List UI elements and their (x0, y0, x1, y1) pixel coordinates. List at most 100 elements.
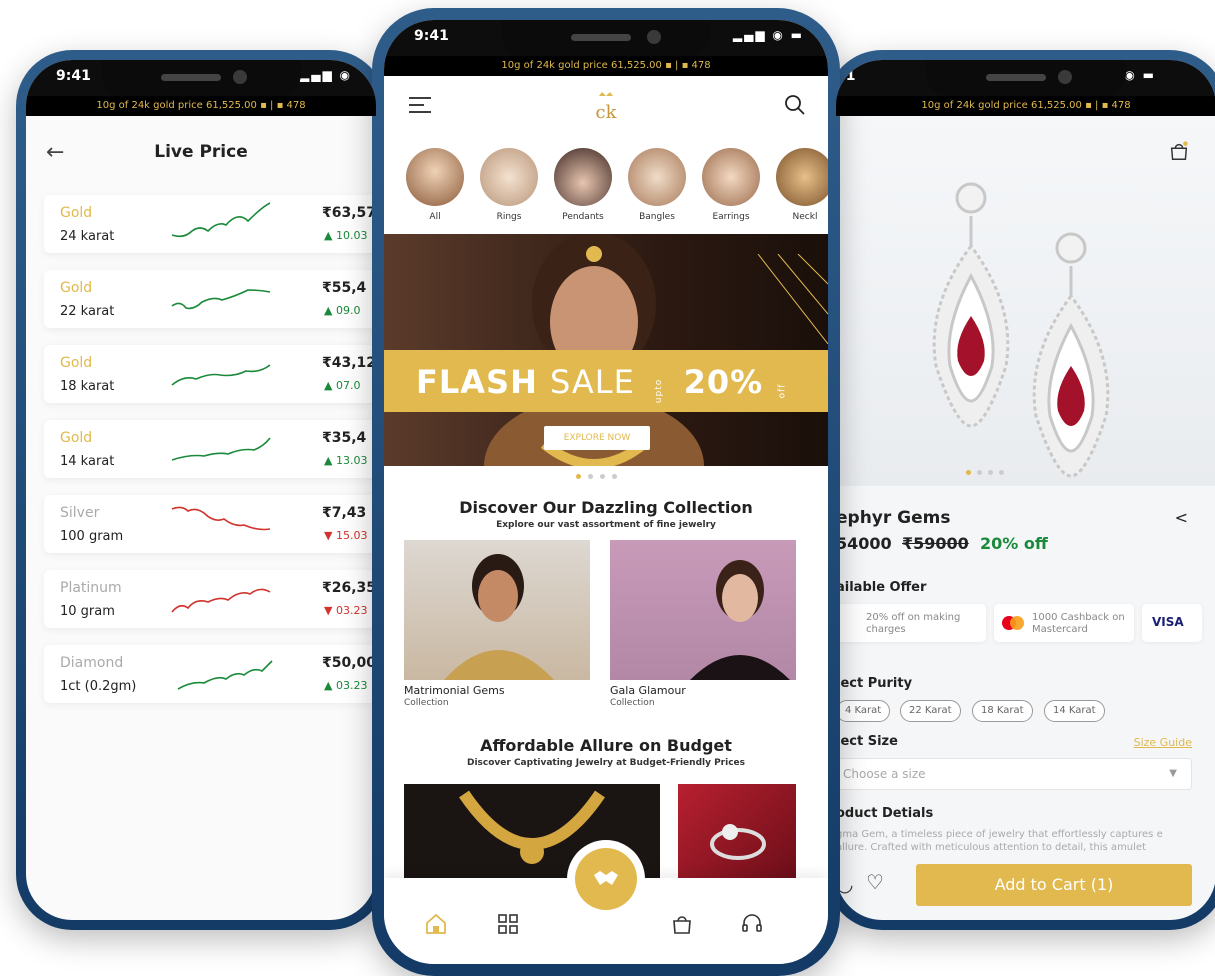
flash-word: FLASH (416, 363, 538, 401)
collection-sub: Collection (404, 698, 449, 708)
collection-card-matrimonial[interactable] (404, 540, 590, 680)
svg-text:ck: ck (596, 102, 618, 123)
price-card-platinum[interactable]: Platinum 10 gram ₹26,35 ▼ 03.23 (44, 570, 376, 628)
metal-name: Silver (60, 505, 100, 521)
price-amount: ₹50,00 (322, 655, 376, 671)
section-title-collection: Discover Our Dazzling Collection (459, 498, 753, 517)
heart-icon[interactable]: ♡ (866, 870, 884, 894)
category-label: Bangles (639, 212, 675, 222)
phone-home: 9:41 ▂▄▆ ◉ ▬ 10g of 24k gold price 61,52… (372, 8, 840, 976)
price-change: ▲ 09.0 (324, 304, 361, 317)
section-subtitle-budget: Discover Captivating Jewelry at Budget-F… (466, 758, 746, 768)
price-change: ▼ 03.23 (324, 604, 368, 617)
price-card-gold-18[interactable]: Gold 18 karat ₹43,12 ▲ 07.0 (44, 345, 376, 403)
gold-price-ticker: 10g of 24k gold price 61,525.00 ▪ | ▪ 47… (26, 96, 376, 116)
price-amount: ₹7,43 (322, 505, 367, 521)
status-time: 9:41 (56, 68, 91, 84)
shopping-bag-icon[interactable] (1168, 140, 1190, 162)
offer-making-charges[interactable]: 20% off on making charges (836, 604, 986, 642)
price-now: 54000 (836, 534, 892, 553)
section-subtitle-collection: Explore our vast assortment of fine jewe… (496, 520, 716, 530)
add-to-cart-button[interactable]: Add to Cart (1) (916, 864, 1192, 906)
trend-sparkline (171, 364, 271, 386)
upto-word: upto (654, 378, 665, 404)
offer-mastercard[interactable]: 1000 Cashback on Mastercard (994, 604, 1134, 642)
product-gallery[interactable] (836, 116, 1215, 486)
home-icon[interactable] (424, 912, 448, 936)
live-price-screen: 9:41 ▂▄▆ ◉ 10g of 24k gold price 61,525.… (26, 60, 376, 920)
handshake-fab-button[interactable] (575, 848, 637, 910)
search-icon[interactable] (784, 94, 806, 116)
gold-price-ticker: 10g of 24k gold price 61,525.00 ▪ | ▪ 47… (836, 96, 1215, 116)
category-necklaces[interactable]: Neckl (774, 148, 828, 222)
trend-sparkline (171, 588, 271, 613)
category-image (628, 148, 686, 206)
price-amount: ₹35,4 (322, 430, 367, 446)
category-rings[interactable]: Rings (478, 148, 540, 222)
metal-name: Diamond (60, 655, 124, 671)
offer-visa[interactable]: VISA (1142, 604, 1202, 642)
category-image (406, 148, 464, 206)
price-amount: ₹26,35 (322, 580, 376, 596)
category-label: Rings (496, 212, 522, 222)
category-label: Neckl (792, 212, 818, 222)
flash-sale-text: FLASH SALE upto 20% off (416, 363, 790, 404)
metal-unit: 18 karat (60, 379, 115, 394)
price-card-gold-14[interactable]: Gold 14 karat ₹35,4 ▲ 13.03 (44, 420, 376, 478)
chevron-down-icon: ▼ (1169, 768, 1177, 779)
price-change: ▼ 15.03 (324, 529, 368, 542)
share-icon[interactable]: < (1175, 508, 1188, 527)
category-image (702, 148, 760, 206)
phone-product-detail: 41 ▂▄▆ ◉ ▬ 10g of 24k gold price 61,525.… (826, 50, 1215, 930)
category-earrings[interactable]: Earrings (700, 148, 762, 222)
category-label: Earrings (712, 212, 750, 222)
shopping-bag-icon[interactable] (670, 912, 694, 936)
purity-option-22[interactable]: 22 Karat (900, 700, 961, 722)
price-old: ₹59000 (902, 534, 969, 553)
budget-card-ring[interactable] (678, 784, 796, 884)
trend-sparkline (171, 289, 271, 310)
category-bangles[interactable]: Bangles (626, 148, 688, 222)
earring-image-left (932, 182, 1010, 428)
price-card-diamond[interactable]: Diamond 1ct (0.2gm) ₹50,00 ▲ 03.23 (44, 645, 376, 703)
metal-name: Gold (60, 430, 93, 446)
price-change: ▲ 13.03 (324, 454, 368, 467)
grid-categories-icon[interactable] (496, 912, 520, 936)
notch (926, 60, 1126, 96)
signal-wifi-icon: ▂▄▆ ◉ (300, 68, 352, 82)
banner-dots[interactable] (576, 474, 617, 479)
section-title-budget: Affordable Allure on Budget (480, 736, 732, 755)
collection-image (444, 554, 554, 680)
explore-now-button[interactable]: EXPLORE NOW (544, 426, 650, 450)
brand-logo-icon[interactable]: ck (589, 90, 623, 124)
flash-sale-banner[interactable]: FLASH SALE upto 20% off EXPLORE NOW (384, 234, 828, 466)
notch (101, 60, 301, 96)
size-select[interactable]: Choose a size ▼ (836, 758, 1192, 790)
signal-wifi-battery-icon: ▂▄▆ ◉ ▬ (732, 28, 804, 42)
metal-unit: 24 karat (60, 229, 115, 244)
price-change: ▲ 03.23 (324, 679, 368, 692)
collection-card-gala[interactable] (610, 540, 796, 680)
price-card-silver[interactable]: Silver 100 gram ₹7,43 ▼ 15.03 (44, 495, 376, 553)
purity-option-24[interactable]: 4 Karat (836, 700, 891, 722)
gallery-dots[interactable] (966, 470, 1004, 475)
hamburger-menu-icon[interactable] (408, 96, 432, 114)
category-row: All Rings Pendants Bangles Earrings Neck… (404, 148, 828, 222)
price-card-gold-24[interactable]: Gold 24 karat ₹63,57 ▲ 10.03 (44, 195, 376, 253)
support-headset-icon[interactable] (740, 912, 764, 936)
live-price-header: ← Live Price (26, 130, 376, 174)
category-all[interactable]: All (404, 148, 466, 222)
metal-name: Gold (60, 280, 93, 296)
sale-word: SALE (549, 363, 635, 401)
sale-percent: 20% (683, 363, 764, 401)
category-pendants[interactable]: Pendants (552, 148, 614, 222)
size-guide-link[interactable]: Size Guide (1134, 736, 1192, 749)
purity-option-14[interactable]: 14 Karat (1044, 700, 1105, 722)
price-amount: ₹43,12 (322, 355, 376, 371)
offer-text: 1000 Cashback on Mastercard (1032, 612, 1125, 635)
purity-option-18[interactable]: 18 Karat (972, 700, 1033, 722)
trend-sparkline (177, 660, 273, 690)
product-screen: 41 ▂▄▆ ◉ ▬ 10g of 24k gold price 61,525.… (836, 60, 1215, 920)
price-card-gold-22[interactable]: Gold 22 karat ₹55,4 ▲ 09.0 (44, 270, 376, 328)
price-change: ▲ 10.03 (324, 229, 368, 242)
